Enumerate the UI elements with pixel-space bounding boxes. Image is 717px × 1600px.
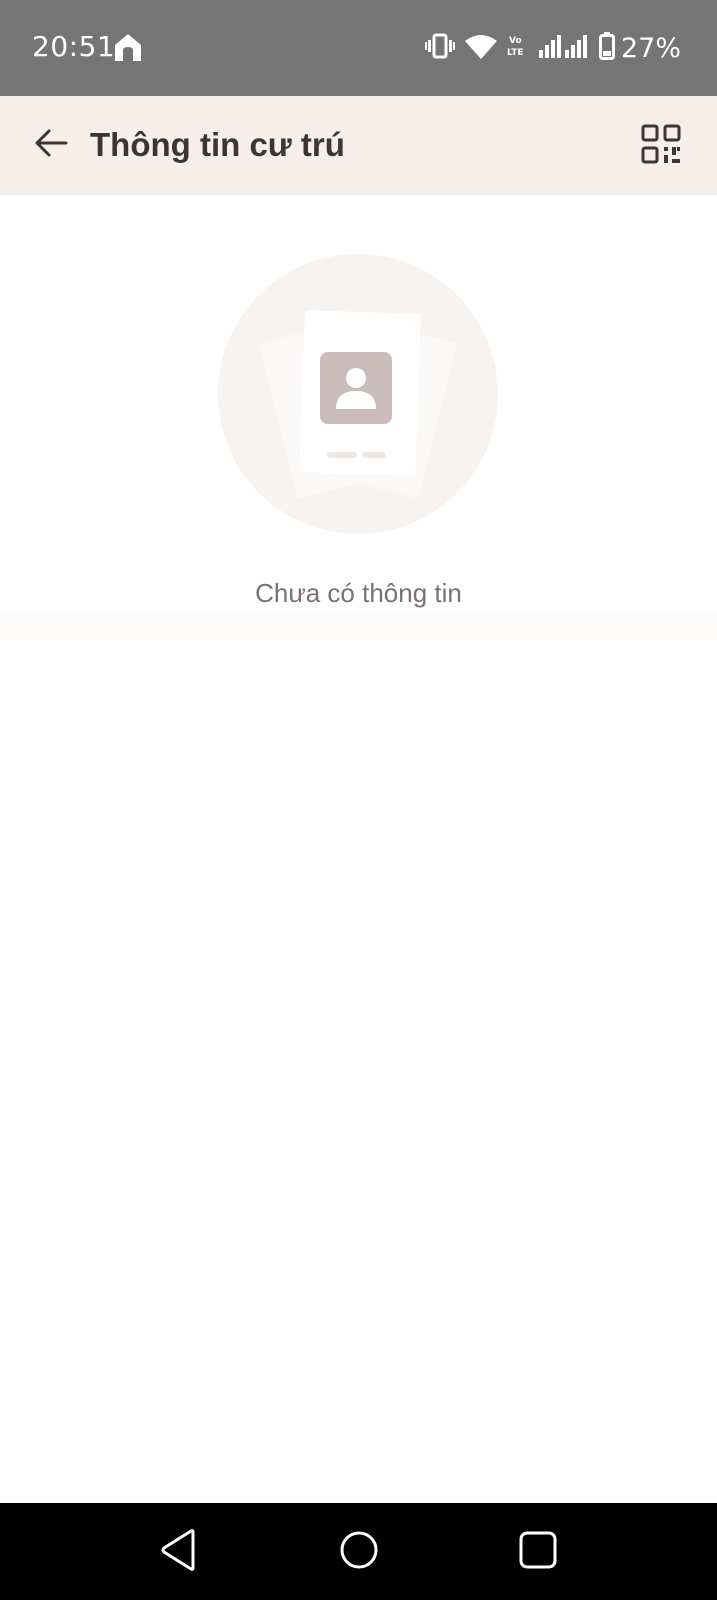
vibrate-icon bbox=[424, 32, 455, 65]
status-icons: Vo LTE 27% bbox=[424, 30, 681, 66]
arrow-left-icon bbox=[34, 128, 68, 163]
nav-back-button[interactable] bbox=[154, 1527, 204, 1577]
id-card-icon bbox=[218, 254, 498, 534]
empty-state-message: Chưa có thông tin bbox=[255, 578, 462, 608]
status-bar: 20:51 Vo LTE 27% bbox=[0, 0, 717, 96]
page-title: Thông tin cư trú bbox=[90, 126, 345, 163]
home-circle-icon bbox=[338, 1529, 380, 1576]
svg-text:LTE: LTE bbox=[507, 48, 524, 58]
empty-state-illustration bbox=[218, 254, 498, 534]
volte-icon: Vo LTE bbox=[507, 33, 529, 64]
signal-icon bbox=[538, 34, 589, 63]
recents-square-icon bbox=[518, 1530, 558, 1575]
status-time: 20:51 bbox=[32, 30, 116, 63]
back-button[interactable] bbox=[26, 120, 76, 170]
qr-code-icon bbox=[641, 124, 681, 169]
app-bar: Thông tin cư trú bbox=[0, 96, 717, 195]
qr-code-button[interactable] bbox=[635, 120, 687, 172]
home-icon bbox=[112, 31, 144, 63]
system-navigation-bar bbox=[0, 1503, 717, 1600]
nav-recents-button[interactable] bbox=[513, 1527, 563, 1577]
wifi-icon bbox=[464, 33, 497, 64]
battery-percent: 27% bbox=[620, 32, 681, 64]
back-triangle-icon bbox=[159, 1528, 199, 1577]
divider bbox=[0, 612, 717, 640]
nav-home-button[interactable] bbox=[334, 1527, 384, 1577]
svg-text:Vo: Vo bbox=[509, 36, 522, 46]
battery-icon bbox=[598, 31, 615, 65]
